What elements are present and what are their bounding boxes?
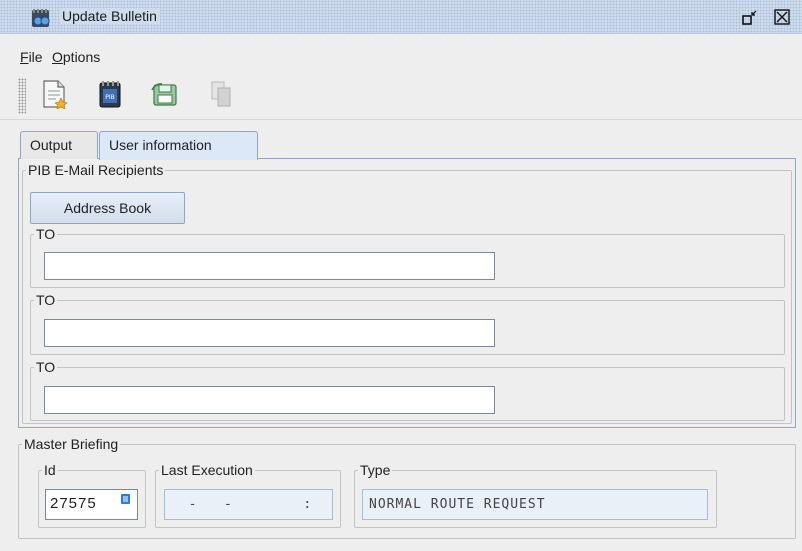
to-email-input[interactable] [44,386,495,414]
save-button[interactable] [148,78,182,112]
close-icon[interactable] [774,9,790,25]
id-value: 27575 [50,495,97,512]
lookup-icon[interactable] [120,492,131,508]
address-book-button[interactable]: Address Book [30,192,185,224]
last-execution-label: Last Execution [161,462,253,478]
tab-output[interactable]: Output [20,131,98,159]
pib-notebook-icon: PIB [96,79,124,112]
toolbar-grip[interactable] [18,78,26,114]
to-email-input[interactable] [44,252,495,280]
type-label: Type [360,462,391,478]
save-disk-icon [150,80,180,111]
type-field: NORMAL ROUTE REQUEST [362,489,708,520]
to-label: TO [36,359,56,375]
group-title: Master Briefing [24,436,119,452]
pib-button[interactable]: PIB [93,78,127,112]
copy-button-disabled[interactable] [204,78,238,112]
id-label: Id [44,462,56,478]
to-label: TO [36,292,56,308]
to-label: TO [36,226,56,242]
last-execution-field: - - : [164,489,333,520]
bulletin-app-icon [30,7,52,29]
copy-disabled-icon [208,79,234,112]
menu-bar [0,34,802,60]
to-email-input[interactable] [44,319,495,347]
new-document-icon [41,79,69,112]
group-title: PIB E-Mail Recipients [28,162,164,178]
tab-user-information[interactable]: User information [99,131,258,160]
new-document-button[interactable] [38,78,72,112]
svg-text:PIB: PIB [105,94,115,101]
restore-icon[interactable] [742,9,758,25]
window-title: Update Bulletin [60,8,160,24]
